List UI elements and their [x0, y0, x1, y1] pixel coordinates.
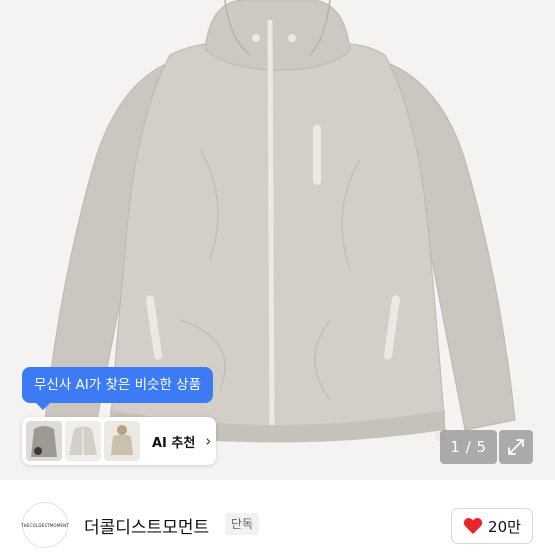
similar-product-thumb	[26, 421, 62, 461]
like-count: 20만	[488, 517, 521, 536]
like-button[interactable]: 20만	[451, 508, 533, 544]
exclusive-badge: 단독	[225, 513, 260, 535]
heart-icon	[463, 518, 483, 534]
brand-logo[interactable]: THECOLDESTMOMENT	[21, 502, 69, 548]
expand-icon	[508, 439, 524, 455]
similar-product-thumb	[104, 421, 140, 461]
brand-logo-text: THECOLDESTMOMENT	[21, 522, 69, 528]
similar-product-thumb	[65, 421, 101, 461]
ai-recommend-label: AI 추천	[152, 435, 196, 451]
chevron-right-icon: ›	[205, 432, 212, 450]
ai-recommend-button[interactable]: AI 추천 ›	[22, 417, 216, 465]
expand-button[interactable]	[499, 430, 533, 464]
ai-recommend-tooltip: 무신사 AI가 찾은 비슷한 상품	[22, 367, 214, 410]
brand-name[interactable]: 더콜디스트모먼트	[84, 513, 209, 538]
product-detail-screen: 무신사 AI가 찾은 비슷한 상품 AI 추천 › 1 / 5 THECOLDE…	[0, 0, 555, 555]
jacket-illustration	[44, 0, 516, 443]
image-counter: 1 / 5	[440, 430, 497, 464]
product-image[interactable]	[0, 0, 555, 480]
divider	[0, 480, 555, 488]
brand-bar: THECOLDESTMOMENT 더콜디스트모먼트 단독 20만	[0, 488, 555, 555]
